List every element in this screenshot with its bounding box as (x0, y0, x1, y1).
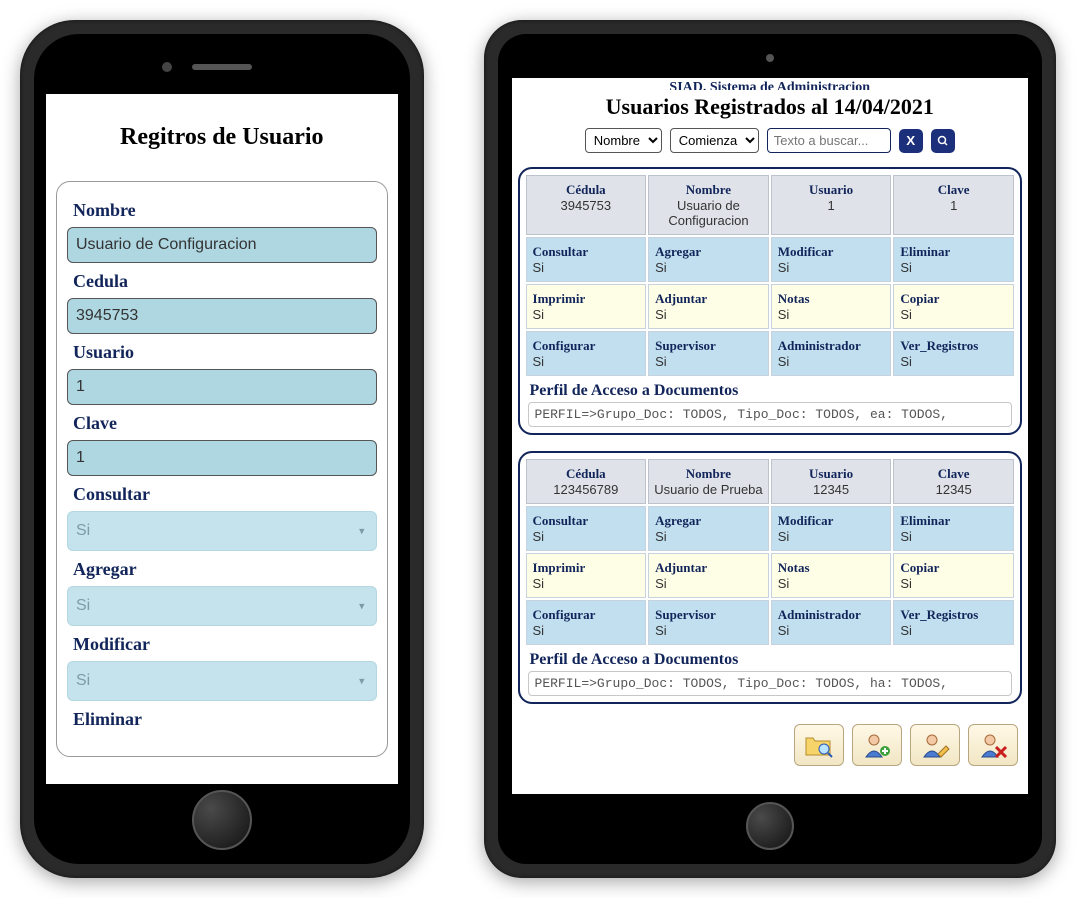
search-button[interactable] (931, 129, 955, 153)
consultar-select[interactable]: Si (67, 511, 377, 551)
perm-copiar: CopiarSi (893, 284, 1014, 329)
perm-consultar: ConsultarSi (526, 506, 647, 551)
phone-camera (162, 62, 172, 72)
perm-agregar: AgregarSi (648, 506, 769, 551)
record-card: Cédula123456789NombreUsuario de PruebaUs… (518, 451, 1022, 704)
perm-modificar: ModificarSi (771, 506, 892, 551)
perm-administrador: AdministradorSi (771, 331, 892, 376)
folder-search-icon (804, 732, 834, 758)
perm-eliminar: EliminarSi (893, 506, 1014, 551)
action-bar (518, 720, 1022, 766)
perm-modificar: ModificarSi (771, 237, 892, 282)
page-title: Regitros de Usuario (52, 124, 392, 151)
perm-ver_registros: Ver_RegistrosSi (893, 600, 1014, 645)
perm-notas: NotasSi (771, 284, 892, 329)
label-modificar: Modificar (73, 634, 377, 655)
user-add-icon (862, 732, 892, 758)
label-usuario: Usuario (73, 342, 377, 363)
perm-imprimir: ImprimirSi (526, 284, 647, 329)
table-header-cedula: Cédula3945753 (526, 175, 647, 235)
user-delete-icon (978, 732, 1008, 758)
view-button[interactable] (794, 724, 844, 766)
phone-home-button[interactable] (192, 790, 252, 850)
label-eliminar: Eliminar (73, 709, 377, 730)
perm-copiar: CopiarSi (893, 553, 1014, 598)
perm-ver_registros: Ver_RegistrosSi (893, 331, 1014, 376)
perm-configurar: ConfigurarSi (526, 600, 647, 645)
table-header-cedula: Cédula123456789 (526, 459, 647, 504)
perm-imprimir: ImprimirSi (526, 553, 647, 598)
agregar-select[interactable]: Si (67, 586, 377, 626)
record-card: Cédula3945753NombreUsuario de Configurac… (518, 167, 1022, 435)
perm-configurar: ConfigurarSi (526, 331, 647, 376)
search-field-select[interactable]: Nombre (585, 128, 662, 153)
perm-eliminar: EliminarSi (893, 237, 1014, 282)
edit-user-button[interactable] (910, 724, 960, 766)
user-edit-icon (920, 732, 950, 758)
perfil-title: Perfil de Acceso a Documentos (530, 651, 1014, 669)
clave-input[interactable] (67, 440, 377, 476)
add-user-button[interactable] (852, 724, 902, 766)
perfil-value: PERFIL=>Grupo_Doc: TODOS, Tipo_Doc: TODO… (528, 402, 1012, 427)
perm-notas: NotasSi (771, 553, 892, 598)
perm-agregar: AgregarSi (648, 237, 769, 282)
search-input[interactable] (767, 128, 891, 153)
delete-user-button[interactable] (968, 724, 1018, 766)
clear-search-button[interactable]: X (899, 129, 923, 153)
perfil-title: Perfil de Acceso a Documentos (530, 382, 1014, 400)
usuario-input[interactable] (67, 369, 377, 405)
perm-supervisor: SupervisorSi (648, 600, 769, 645)
modificar-select[interactable]: Si (67, 661, 377, 701)
tablet-camera (766, 54, 774, 62)
table-header-nombre: NombreUsuario de Configuracion (648, 175, 769, 235)
label-cedula: Cedula (73, 271, 377, 292)
phone-speaker (192, 64, 252, 70)
perm-consultar: ConsultarSi (526, 237, 647, 282)
page-title: Usuarios Registrados al 14/04/2021 (518, 94, 1022, 120)
table-header-nombre: NombreUsuario de Prueba (648, 459, 769, 504)
label-clave: Clave (73, 413, 377, 434)
user-form-card: Nombre Cedula Usuario Clave Consultar Si… (56, 181, 388, 757)
label-consultar: Consultar (73, 484, 377, 505)
app-header-cut: SIAD. Sistema de Administracion (518, 80, 1022, 90)
search-bar: Nombre Comienza X (518, 128, 1022, 153)
perm-adjuntar: AdjuntarSi (648, 284, 769, 329)
tablet-device: SIAD. Sistema de Administracion Usuarios… (484, 20, 1056, 878)
search-icon (937, 134, 949, 148)
search-mode-select[interactable]: Comienza (670, 128, 759, 153)
perm-administrador: AdministradorSi (771, 600, 892, 645)
nombre-input[interactable] (67, 227, 377, 263)
label-nombre: Nombre (73, 200, 377, 221)
phone-device: Regitros de Usuario Nombre Cedula Usuari… (20, 20, 424, 878)
perm-adjuntar: AdjuntarSi (648, 553, 769, 598)
table-header-usuario: Usuario1 (771, 175, 892, 235)
perfil-value: PERFIL=>Grupo_Doc: TODOS, Tipo_Doc: TODO… (528, 671, 1012, 696)
tablet-home-button[interactable] (746, 802, 794, 850)
table-header-clave: Clave1 (893, 175, 1014, 235)
label-agregar: Agregar (73, 559, 377, 580)
perm-supervisor: SupervisorSi (648, 331, 769, 376)
table-header-usuario: Usuario12345 (771, 459, 892, 504)
table-header-clave: Clave12345 (893, 459, 1014, 504)
cedula-input[interactable] (67, 298, 377, 334)
